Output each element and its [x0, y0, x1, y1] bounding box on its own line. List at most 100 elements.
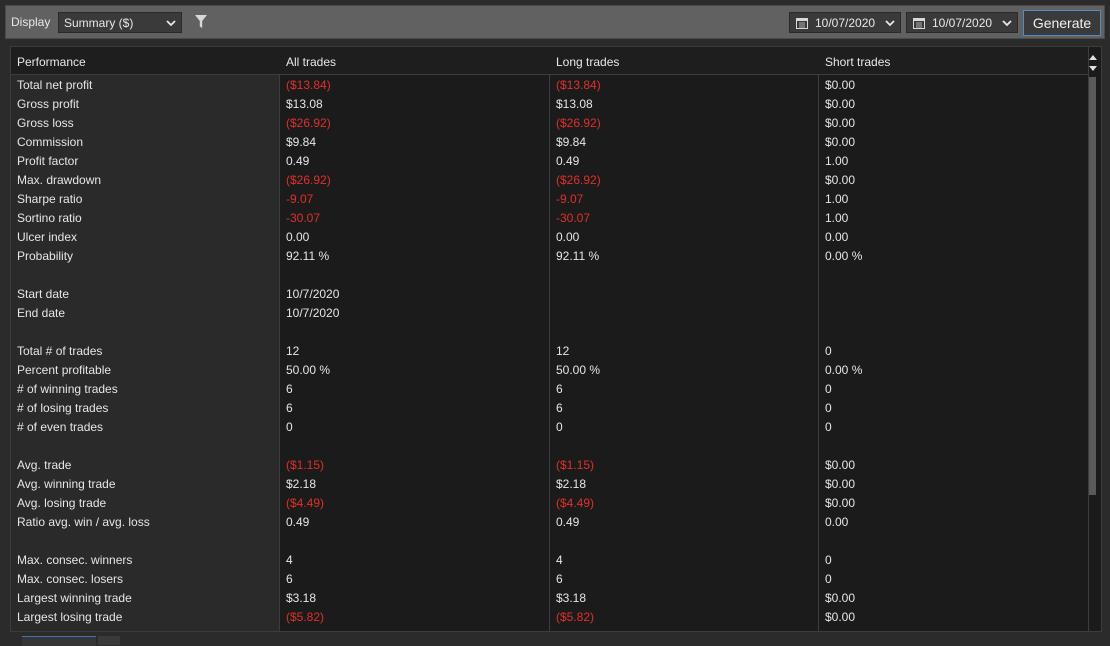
- row-label: # of winning trades: [17, 382, 118, 396]
- all-trades-value: 0.49: [286, 154, 310, 168]
- header-all-trades[interactable]: All trades: [286, 55, 336, 69]
- short-trades-value: 0: [825, 344, 832, 358]
- all-trades-value: 0.00: [286, 230, 310, 244]
- short-trades-value: 0.00 %: [825, 363, 863, 377]
- all-trades-value: $3.18: [286, 591, 317, 605]
- long-trades-value: 6: [556, 401, 563, 415]
- short-trades-value: $0.00: [825, 477, 856, 491]
- long-trades-value: 6: [556, 572, 563, 586]
- row-label: Total # of trades: [17, 344, 103, 358]
- all-trades-value: 10/7/2020: [286, 287, 340, 301]
- short-trades-value: $0.00: [825, 610, 856, 624]
- all-trades-value: 92.11 %: [286, 249, 330, 263]
- generate-button[interactable]: Generate: [1023, 10, 1101, 36]
- short-trades-value: 0.00 %: [825, 249, 863, 263]
- column-divider: [279, 47, 280, 631]
- row-label: # of losing trades: [17, 401, 109, 415]
- all-trades-value: 6: [286, 401, 293, 415]
- scroll-down-icon[interactable]: [1087, 63, 1099, 74]
- header-performance[interactable]: Performance: [17, 55, 86, 69]
- header-short-trades[interactable]: Short trades: [825, 55, 890, 69]
- all-trades-value: ($4.49): [286, 496, 325, 510]
- short-trades-value: 0.00: [825, 515, 849, 529]
- long-trades-value: 0: [556, 420, 563, 434]
- from-date-picker[interactable]: 10/07/2020: [789, 12, 901, 33]
- row-label: # of even trades: [17, 420, 104, 434]
- long-trades-value: 6: [556, 382, 563, 396]
- from-date-value: 10/07/2020: [815, 16, 876, 30]
- short-trades-value: 0: [825, 382, 832, 396]
- column-divider: [818, 47, 819, 631]
- row-label: Ulcer index: [17, 230, 78, 244]
- vertical-scrollbar[interactable]: [1087, 49, 1099, 631]
- long-trades-value: ($1.15): [556, 458, 595, 472]
- calendar-icon: [913, 18, 925, 29]
- all-trades-value: ($13.84): [286, 78, 331, 92]
- row-label: End date: [17, 306, 66, 320]
- short-trades-value: 1.00: [825, 192, 849, 206]
- long-trades-value: 4: [556, 553, 563, 567]
- short-trades-value: 0: [825, 420, 832, 434]
- long-trades-value: $3.18: [556, 591, 587, 605]
- all-trades-value: ($26.92): [286, 116, 331, 130]
- all-trades-value: ($5.82): [286, 610, 325, 624]
- row-label: Profit factor: [17, 154, 79, 168]
- all-trades-value: 10/7/2020: [286, 306, 340, 320]
- row-label: Percent profitable: [17, 363, 112, 377]
- all-trades-value: 0: [286, 420, 293, 434]
- row-label: Max. drawdown: [17, 173, 102, 187]
- row-label: Max. consec. winners: [17, 553, 133, 567]
- row-label: Largest losing trade: [17, 610, 123, 624]
- all-trades-value: -9.07: [286, 192, 314, 206]
- short-trades-value: 0: [825, 553, 832, 567]
- short-trades-value: $0.00: [825, 97, 856, 111]
- row-label: Sharpe ratio: [17, 192, 83, 206]
- toolbar: Display Summary ($) 10/07/2020 10/07/202…: [5, 5, 1105, 39]
- long-trades-value: 0.49: [556, 515, 580, 529]
- short-trades-value: 0: [825, 572, 832, 586]
- all-trades-value: 6: [286, 572, 293, 586]
- bottom-tab-add[interactable]: [98, 636, 120, 645]
- long-trades-value: -30.07: [556, 211, 591, 225]
- row-label: Avg. trade: [17, 458, 72, 472]
- short-trades-value: $0.00: [825, 173, 856, 187]
- long-trades-value: $13.08: [556, 97, 593, 111]
- all-trades-value: 50.00 %: [286, 363, 331, 377]
- short-trades-value: $0.00: [825, 591, 856, 605]
- row-label: Start date: [17, 287, 70, 301]
- all-trades-value: 0.49: [286, 515, 310, 529]
- long-trades-value: 92.11 %: [556, 249, 600, 263]
- calendar-icon: [796, 18, 808, 29]
- row-label: Max. consec. losers: [17, 572, 124, 586]
- chevron-down-icon: [885, 20, 895, 27]
- scroll-up-icon[interactable]: [1087, 52, 1099, 63]
- row-label: Largest winning trade: [17, 591, 132, 605]
- performance-grid: Performance All trades Long trades Short…: [10, 46, 1102, 632]
- header-long-trades[interactable]: Long trades: [556, 55, 619, 69]
- all-trades-value: ($1.15): [286, 458, 325, 472]
- scroll-thumb[interactable]: [1089, 77, 1096, 495]
- filter-icon[interactable]: [194, 14, 208, 30]
- row-label: Probability: [17, 249, 74, 263]
- long-trades-value: $9.84: [556, 135, 587, 149]
- chevron-down-icon: [166, 20, 176, 27]
- all-trades-value: $13.08: [286, 97, 323, 111]
- to-date-value: 10/07/2020: [932, 16, 993, 30]
- to-date-picker[interactable]: 10/07/2020: [906, 12, 1018, 33]
- all-trades-value: -30.07: [286, 211, 321, 225]
- long-trades-value: -9.07: [556, 192, 584, 206]
- short-trades-value: 1.00: [825, 154, 849, 168]
- display-select-value: Summary ($): [64, 16, 134, 30]
- row-label: Avg. winning trade: [17, 477, 116, 491]
- display-select[interactable]: Summary ($): [58, 12, 182, 33]
- row-label: Gross profit: [17, 97, 80, 111]
- short-trades-value: 1.00: [825, 211, 849, 225]
- short-trades-value: $0.00: [825, 116, 856, 130]
- long-trades-value: ($13.84): [556, 78, 601, 92]
- row-label: Sortino ratio: [17, 211, 82, 225]
- row-label: Gross loss: [17, 116, 74, 130]
- all-trades-value: 4: [286, 553, 293, 567]
- short-trades-value: $0.00: [825, 78, 856, 92]
- all-trades-value: $9.84: [286, 135, 317, 149]
- all-trades-value: 6: [286, 382, 293, 396]
